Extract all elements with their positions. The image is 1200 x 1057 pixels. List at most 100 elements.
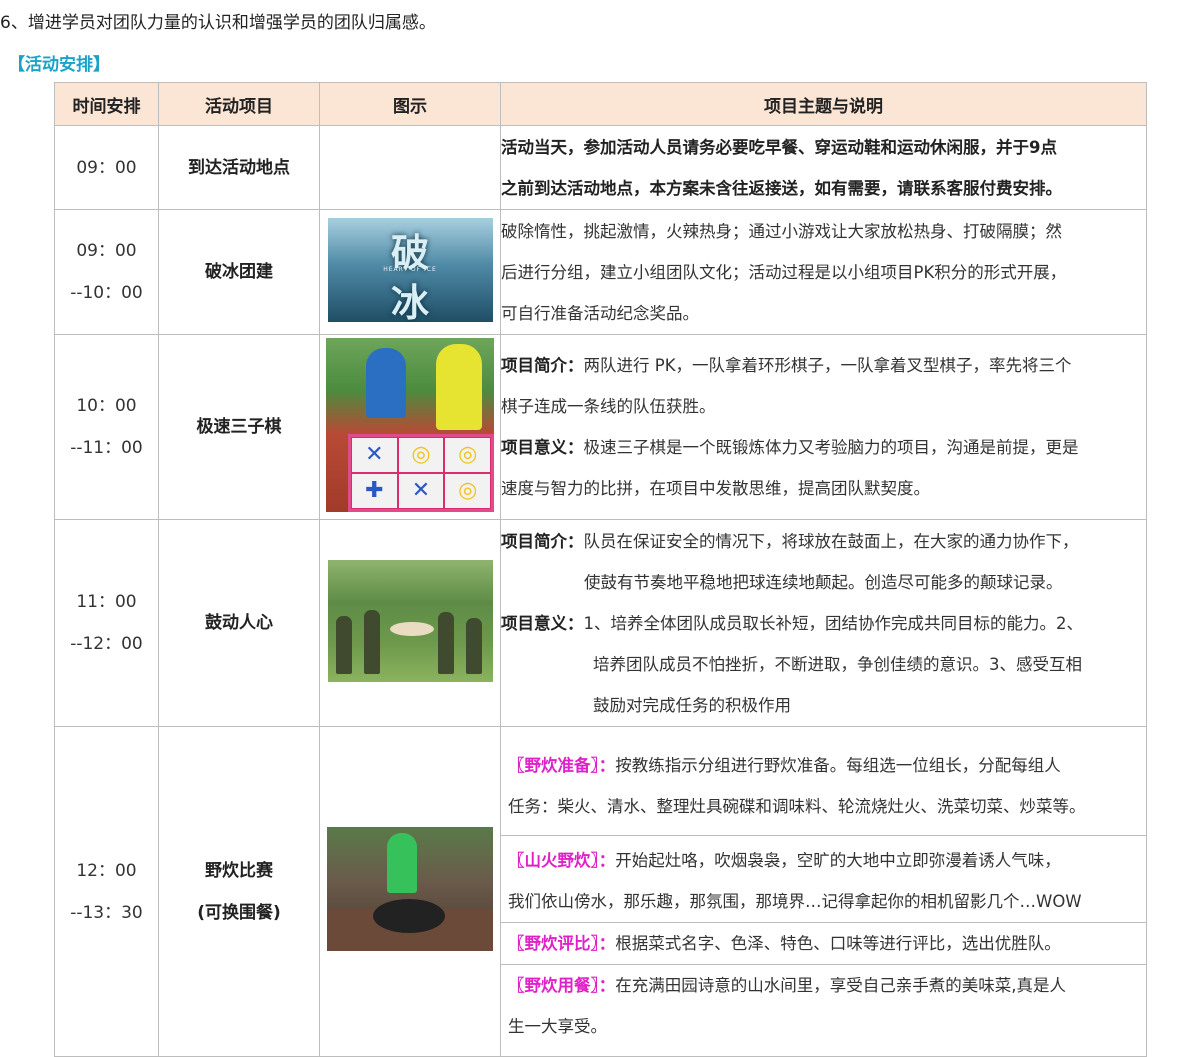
intro-label: 项目简介： <box>501 531 584 551</box>
description-line: 破除惰性，挑起激情，火辣热身；通过小游戏让大家放松热身、打破隔膜；然 <box>501 221 1062 241</box>
wok <box>373 899 445 933</box>
description-line: 使鼓有节奏地平稳地把球连续地颠起。创造尽可能多的颠球记录。 <box>584 572 1063 592</box>
header-image: 图示 <box>319 82 501 126</box>
table-row: 12：00 --13：30 野炊比赛 (可换围餐) 〖野炊准备〗：按教练指示分组… <box>54 726 1147 1057</box>
description-line: 速度与智力的比拼，在项目中发散思维，提高团队默契度。 <box>501 479 930 498</box>
table-row: 09：00 --10：00 破冰团建 破 HEART OF ICE 冰 破除惰性… <box>54 209 1147 335</box>
person-figure <box>387 833 417 893</box>
description-line: 〖野炊准备〗：按教练指示分组进行野炊准备。每组选一位组长，分配每组人 <box>508 745 1146 786</box>
subsection-text: 在充满田园诗意的山水间里，享受自己亲手煮的美味菜,真是人 <box>615 975 1066 995</box>
activity-subtitle: (可换围餐) <box>197 902 281 923</box>
time-cell: 10：00 --11：00 <box>54 334 159 520</box>
activity-cell: 野炊比赛 (可换围餐) <box>158 726 320 1057</box>
description-line: 棋子连成一条线的队伍获胜。 <box>501 397 716 416</box>
description-line: 培养团队成员不怕挫折，不断进取，争创佳绩的意识。3、感受互相 <box>593 654 1082 674</box>
header-description: 项目主题与说明 <box>500 82 1147 126</box>
player-figure <box>366 347 406 418</box>
image-cell <box>319 125 501 210</box>
subsection-text: 开始起灶咯，吹烟袅袅，空旷的大地中立即弥漫着诱人气味， <box>615 850 1061 870</box>
activity-cell: 鼓动人心 <box>158 519 320 727</box>
activity-name: 到达活动地点 <box>188 157 290 178</box>
description-line: 〖山火野炊〗：开始起灶咯，吹烟袅袅，空旷的大地中立即弥漫着诱人气味， <box>508 840 1146 881</box>
intro-text: 队员在保证安全的情况下，将球放在鼓面上，在大家的通力协作下， <box>583 531 1079 551</box>
description-cell: 〖野炊准备〗：按教练指示分组进行野炊准备。每组选一位组长，分配每组人 任务：柴火… <box>500 726 1147 1057</box>
description-line: 活动当天，参加活动人员请务必要吃早餐、穿运动鞋和运动休闲服，并于9点 <box>501 137 1057 157</box>
header-time: 时间安排 <box>54 82 159 126</box>
image-cell: 破 HEART OF ICE 冰 <box>319 209 501 335</box>
time-start: 11：00 <box>76 592 137 612</box>
description-line: 任务：柴火、清水、整理灶具碗碟和调味料、轮流烧灶火、洗菜切菜、炒菜等。 <box>508 796 1086 816</box>
activity-name: 破冰团建 <box>205 262 273 282</box>
activity-name: 鼓动人心 <box>205 613 273 633</box>
description-line: 之前到达活动地点，本方案未含往返接送，如有需要，请联系客服付费安排。 <box>501 178 1062 198</box>
time-end: --12：00 <box>70 634 143 654</box>
image-char: 冰 <box>390 279 430 322</box>
time-cell: 09：00 --10：00 <box>54 209 159 335</box>
description-line: 鼓励对完成任务的积极作用 <box>593 695 791 715</box>
time-start: 09：00 <box>76 241 137 261</box>
image-cell: ✕ ◎ ◎ ✚ ✕ ◎ <box>319 334 501 520</box>
description-cell: 项目简介：两队进行 PK，一队拿着环形棋子，一队拿着叉型棋子，率先将三个 棋子连… <box>500 334 1147 520</box>
subsection-tag: 〖山火野炊〗： <box>508 850 616 870</box>
subsection-text: 按教练指示分组进行野炊准备。每组选一位组长，分配每组人 <box>615 755 1061 775</box>
description-line: 可自行准备活动纪念奖品。 <box>501 303 699 323</box>
icebreak-image: 破 HEART OF ICE 冰 <box>327 217 493 322</box>
description-line: 项目简介：两队进行 PK，一队拿着环形棋子，一队拿着叉型棋子，率先将三个 <box>501 345 1146 386</box>
meaning-text: 极速三子棋是一个既锻炼体力又考验脑力的项目，沟通是前提，更是 <box>583 438 1079 457</box>
description-line: 我们依山傍水，那乐趣，那氛围，那境界…记得拿起你的相机留影几个…WOW <box>508 891 1082 911</box>
time-end: --10：00 <box>70 283 143 303</box>
drum-game-image <box>327 559 493 682</box>
time-end: --13：30 <box>70 902 143 923</box>
activity-cell: 极速三子棋 <box>158 334 320 520</box>
activity-name: 极速三子棋 <box>196 417 282 437</box>
table-header-row: 时间安排 活动项目 图示 项目主题与说明 <box>54 82 1147 126</box>
time-cell: 12：00 --13：30 <box>54 726 159 1057</box>
meaning-label: 项目意义： <box>501 438 584 457</box>
description-line: 项目意义：1、培养全体团队成员取长补短，团结协作完成共同目标的能力。2、 <box>501 603 1146 644</box>
schedule-table: 时间安排 活动项目 图示 项目主题与说明 09：00 到达活动地点 活动当天，参… <box>54 82 1147 1057</box>
intro-text: 两队进行 PK，一队拿着环形棋子，一队拿着叉型棋子，率先将三个 <box>583 356 1072 375</box>
time-start: 12：00 <box>76 860 137 881</box>
description-line: 项目简介：队员在保证安全的情况下，将球放在鼓面上，在大家的通力协作下， <box>501 521 1146 562</box>
description-line: 生一大享受。 <box>508 1016 607 1036</box>
table-row: 10：00 --11：00 极速三子棋 ✕ ◎ ◎ ✚ ✕ ◎ 项目简介：两队进行 PK… <box>54 334 1147 520</box>
subsection: 〖野炊用餐〗：在充满田园诗意的山水间里，享受自己亲手煮的美味菜,真是人 生一大享… <box>501 965 1146 1047</box>
subsection: 〖野炊评比〗：根据菜式名字、色泽、特色、口味等进行评比，选出优胜队。 <box>501 923 1146 965</box>
subsection-tag: 〖野炊评比〗： <box>508 933 616 953</box>
description-line: 〖野炊用餐〗：在充满田园诗意的山水间里，享受自己亲手煮的美味菜,真是人 <box>508 965 1146 1006</box>
section-title: 【活动安排】 <box>8 55 110 75</box>
time-end: --11：00 <box>70 438 143 458</box>
description-cell: 活动当天，参加活动人员请务必要吃早餐、穿运动鞋和运动休闲服，并于9点 之前到达活… <box>500 125 1147 210</box>
activity-cell: 到达活动地点 <box>158 125 320 210</box>
time-start: 10：00 <box>76 396 137 416</box>
description-cell: 破除惰性，挑起激情，火辣热身；通过小游戏让大家放松热身、打破隔膜；然 后进行分组… <box>500 209 1147 335</box>
subsection-text: 根据菜式名字、色泽、特色、口味等进行评比，选出优胜队。 <box>615 933 1061 953</box>
time-start: 09：00 <box>76 157 137 178</box>
description-line: 后进行分组，建立小组团队文化；活动过程是以小组项目PK积分的形式开展， <box>501 262 1067 282</box>
description-line: 项目意义：极速三子棋是一个既锻炼体力又考验脑力的项目，沟通是前提，更是 <box>501 427 1146 468</box>
image-cell <box>319 519 501 727</box>
time-cell: 11：00 --12：00 <box>54 519 159 727</box>
intro-label: 项目简介： <box>501 356 584 375</box>
game-board: ✕ ◎ ◎ ✚ ✕ ◎ <box>348 433 494 512</box>
time-cell: 09：00 <box>54 125 159 210</box>
activity-cell: 破冰团建 <box>158 209 320 335</box>
bbq-image <box>327 827 493 951</box>
subsection: 〖野炊准备〗：按教练指示分组进行野炊准备。每组选一位组长，分配每组人 任务：柴火… <box>501 737 1146 836</box>
description-line: 〖野炊评比〗：根据菜式名字、色泽、特色、口味等进行评比，选出优胜队。 <box>508 923 1146 964</box>
subsection-tag: 〖野炊用餐〗： <box>508 975 616 995</box>
description-cell: 项目简介：队员在保证安全的情况下，将球放在鼓面上，在大家的通力协作下， 使鼓有节… <box>500 519 1147 727</box>
tictactoe-image: ✕ ◎ ◎ ✚ ✕ ◎ <box>326 337 494 512</box>
drum <box>389 621 434 636</box>
meaning-label: 项目意义： <box>501 613 584 633</box>
table-row: 11：00 --12：00 鼓动人心 项目简介：队员在保证安全的情况下，将球放在… <box>54 519 1147 727</box>
intro-text: 6、增进学员对团队力量的认识和增强学员的团队归属感。 <box>0 13 436 33</box>
subsection-tag: 〖野炊准备〗： <box>508 755 616 775</box>
player-figure <box>436 343 482 430</box>
activity-name: 野炊比赛 <box>205 860 273 881</box>
meaning-text: 1、培养全体团队成员取长补短，团结协作完成共同目标的能力。2、 <box>583 613 1084 633</box>
table-row: 09：00 到达活动地点 活动当天，参加活动人员请务必要吃早餐、穿运动鞋和运动休… <box>54 125 1147 210</box>
header-activity: 活动项目 <box>158 82 320 126</box>
subsection: 〖山火野炊〗：开始起灶咯，吹烟袅袅，空旷的大地中立即弥漫着诱人气味， 我们依山傍… <box>501 836 1146 923</box>
image-cell <box>319 726 501 1057</box>
